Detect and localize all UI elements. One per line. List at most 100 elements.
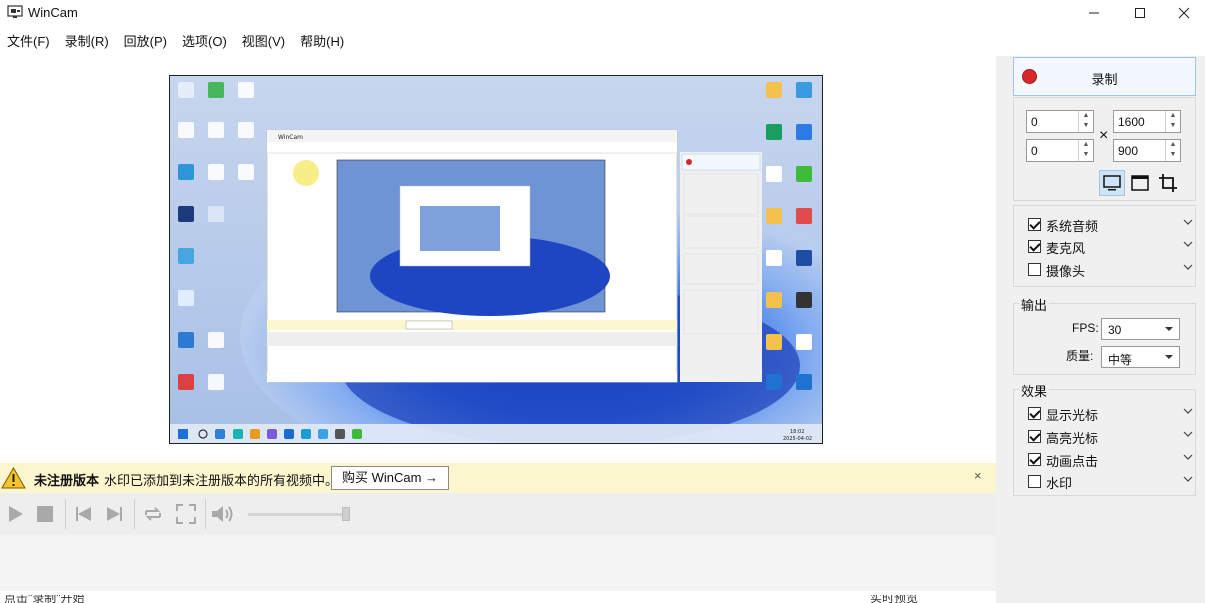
fullscreen-button[interactable]	[173, 501, 199, 527]
animate-clicks-row[interactable]: 动画点击	[1028, 450, 1198, 470]
menu-file[interactable]: 文件(F)	[0, 30, 58, 54]
menu-record[interactable]: 录制(R)	[58, 30, 117, 54]
divider	[65, 499, 66, 529]
taskbar-clock: 18:02	[790, 429, 804, 435]
system-audio-checkbox-row[interactable]: 系统音频	[1028, 215, 1198, 235]
chevron-down-icon[interactable]	[1182, 238, 1194, 250]
screen-preview: WinCam 18:02 2025-04-02	[169, 75, 823, 444]
stop-icon	[37, 506, 53, 522]
buy-wincam-button[interactable]: 购买 WinCam →	[331, 466, 449, 490]
chevron-down-icon[interactable]	[1182, 405, 1194, 417]
highlight-cursor-label: 高亮光标	[1046, 431, 1099, 446]
watermark-label: 水印	[1046, 476, 1073, 491]
taskbar-date: 2025-04-02	[783, 436, 812, 442]
chevron-down-icon[interactable]	[1182, 428, 1194, 440]
close-button[interactable]	[1161, 0, 1205, 26]
region-height-spinner[interactable]: 900 ▲ ▼	[1113, 139, 1181, 162]
show-cursor-row[interactable]: 显示光标	[1028, 404, 1198, 424]
spinner-arrows-icon[interactable]: ▲ ▼	[1078, 140, 1093, 161]
capture-window-button[interactable]	[1127, 170, 1153, 196]
maximize-button[interactable]	[1117, 0, 1163, 26]
window-icon	[1131, 175, 1149, 191]
loop-icon	[145, 507, 161, 521]
window-title: WinCam	[28, 5, 78, 20]
wincam-app-icon	[7, 5, 23, 18]
effects-group-title: 效果	[1019, 381, 1050, 400]
spinner-arrows-icon[interactable]: ▲ ▼	[1165, 140, 1180, 161]
status-mode: 实时预览	[870, 595, 919, 603]
play-button[interactable]	[2, 501, 28, 527]
camera-checkbox[interactable]	[1028, 263, 1041, 276]
show-cursor-checkbox[interactable]	[1028, 407, 1041, 420]
highlight-cursor-row[interactable]: 高亮光标	[1028, 427, 1198, 447]
loop-button[interactable]	[140, 501, 166, 527]
skip-to-end-icon	[107, 507, 122, 521]
microphone-checkbox[interactable]	[1028, 240, 1041, 253]
close-icon	[1178, 7, 1190, 19]
minimize-button[interactable]	[1071, 0, 1117, 26]
region-height-value: 900	[1118, 144, 1139, 158]
camera-checkbox-row[interactable]: 摄像头	[1028, 260, 1198, 280]
warning-icon	[1, 466, 26, 489]
capture-region-group: 0 ▲ ▼ 0 ▲ ▼ × 1600 ▲ ▼ 900 ▲ ▼	[1013, 97, 1196, 201]
fps-label: FPS:	[1072, 321, 1099, 335]
region-y-spinner[interactable]: 0 ▲ ▼	[1026, 139, 1094, 162]
quality-label: 质量:	[1066, 349, 1094, 363]
maximize-icon	[1135, 8, 1145, 18]
microphone-checkbox-row[interactable]: 麦克风	[1028, 237, 1198, 257]
divider	[205, 499, 206, 529]
skip-end-button[interactable]	[102, 501, 128, 527]
menu-playback[interactable]: 回放(P)	[117, 30, 175, 54]
seek-slider-thumb[interactable]	[342, 507, 350, 521]
capture-region-button[interactable]	[1155, 170, 1181, 196]
highlight-cursor-checkbox[interactable]	[1028, 430, 1041, 443]
chevron-down-icon[interactable]	[1182, 473, 1194, 485]
title-bar: WinCam	[0, 0, 1205, 26]
watermark-checkbox[interactable]	[1028, 475, 1041, 488]
audio-sources-group: 系统音频 麦克风 摄像头	[1013, 205, 1196, 287]
system-audio-checkbox[interactable]	[1028, 218, 1041, 231]
effects-group: 显示光标 高亮光标 动画点击 水印	[1013, 389, 1196, 496]
fps-value: 30	[1108, 323, 1122, 337]
region-x-spinner[interactable]: 0 ▲ ▼	[1026, 110, 1094, 133]
close-warning-icon[interactable]: ×	[974, 468, 982, 483]
monitor-icon	[1103, 175, 1121, 191]
chevron-down-icon[interactable]	[1182, 261, 1194, 273]
inner-window-title: WinCam	[278, 134, 303, 141]
menu-bar: 文件(F) 录制(R) 回放(P) 选项(O) 视图(V) 帮助(H)	[0, 30, 352, 54]
region-width-value: 1600	[1118, 115, 1145, 129]
volume-button[interactable]	[210, 501, 236, 527]
divider	[134, 499, 135, 529]
chevron-down-icon[interactable]	[1182, 451, 1194, 463]
play-icon	[9, 506, 23, 522]
animate-clicks-checkbox[interactable]	[1028, 453, 1041, 466]
spinner-arrows-icon[interactable]: ▲ ▼	[1078, 111, 1093, 132]
capture-fullscreen-button[interactable]	[1099, 170, 1125, 196]
show-cursor-label: 显示光标	[1046, 408, 1099, 423]
dropdown-caret-icon	[1165, 355, 1173, 359]
menu-options[interactable]: 选项(O)	[175, 30, 235, 54]
animate-clicks-label: 动画点击	[1046, 454, 1099, 469]
unregistered-warning-bar: 未注册版本 水印已添加到未注册版本的所有视频中。 购买 WinCam → ×	[0, 463, 996, 493]
stop-button[interactable]	[32, 501, 58, 527]
region-y-value: 0	[1031, 144, 1038, 158]
fps-select[interactable]: 30	[1101, 318, 1180, 340]
skip-start-button[interactable]	[71, 501, 97, 527]
watermark-row[interactable]: 水印	[1028, 472, 1198, 492]
settings-panel: 录制 0 ▲ ▼ 0 ▲ ▼ × 1600 ▲ ▼ 900 ▲ ▼ 系统音频 麦…	[996, 56, 1205, 603]
spinner-arrows-icon[interactable]: ▲ ▼	[1165, 111, 1180, 132]
desktop-preview-image: WinCam 18:02 2025-04-02	[170, 76, 822, 443]
skip-to-start-icon	[76, 507, 91, 521]
seek-track[interactable]	[248, 513, 348, 516]
times-sign: ×	[1099, 127, 1109, 144]
quality-select[interactable]: 中等	[1101, 346, 1180, 368]
record-label: 录制	[1091, 72, 1118, 87]
menu-view[interactable]: 视图(V)	[235, 30, 293, 54]
fullscreen-icon	[176, 504, 196, 524]
chevron-down-icon[interactable]	[1182, 216, 1194, 228]
main-area: WinCam 18:02 2025-04-02 未注册版本 水印已添加到未注册版…	[0, 56, 996, 603]
menu-help[interactable]: 帮助(H)	[293, 30, 352, 54]
region-width-spinner[interactable]: 1600 ▲ ▼	[1113, 110, 1181, 133]
record-button[interactable]: 录制	[1013, 57, 1196, 96]
crop-icon	[1159, 174, 1177, 192]
